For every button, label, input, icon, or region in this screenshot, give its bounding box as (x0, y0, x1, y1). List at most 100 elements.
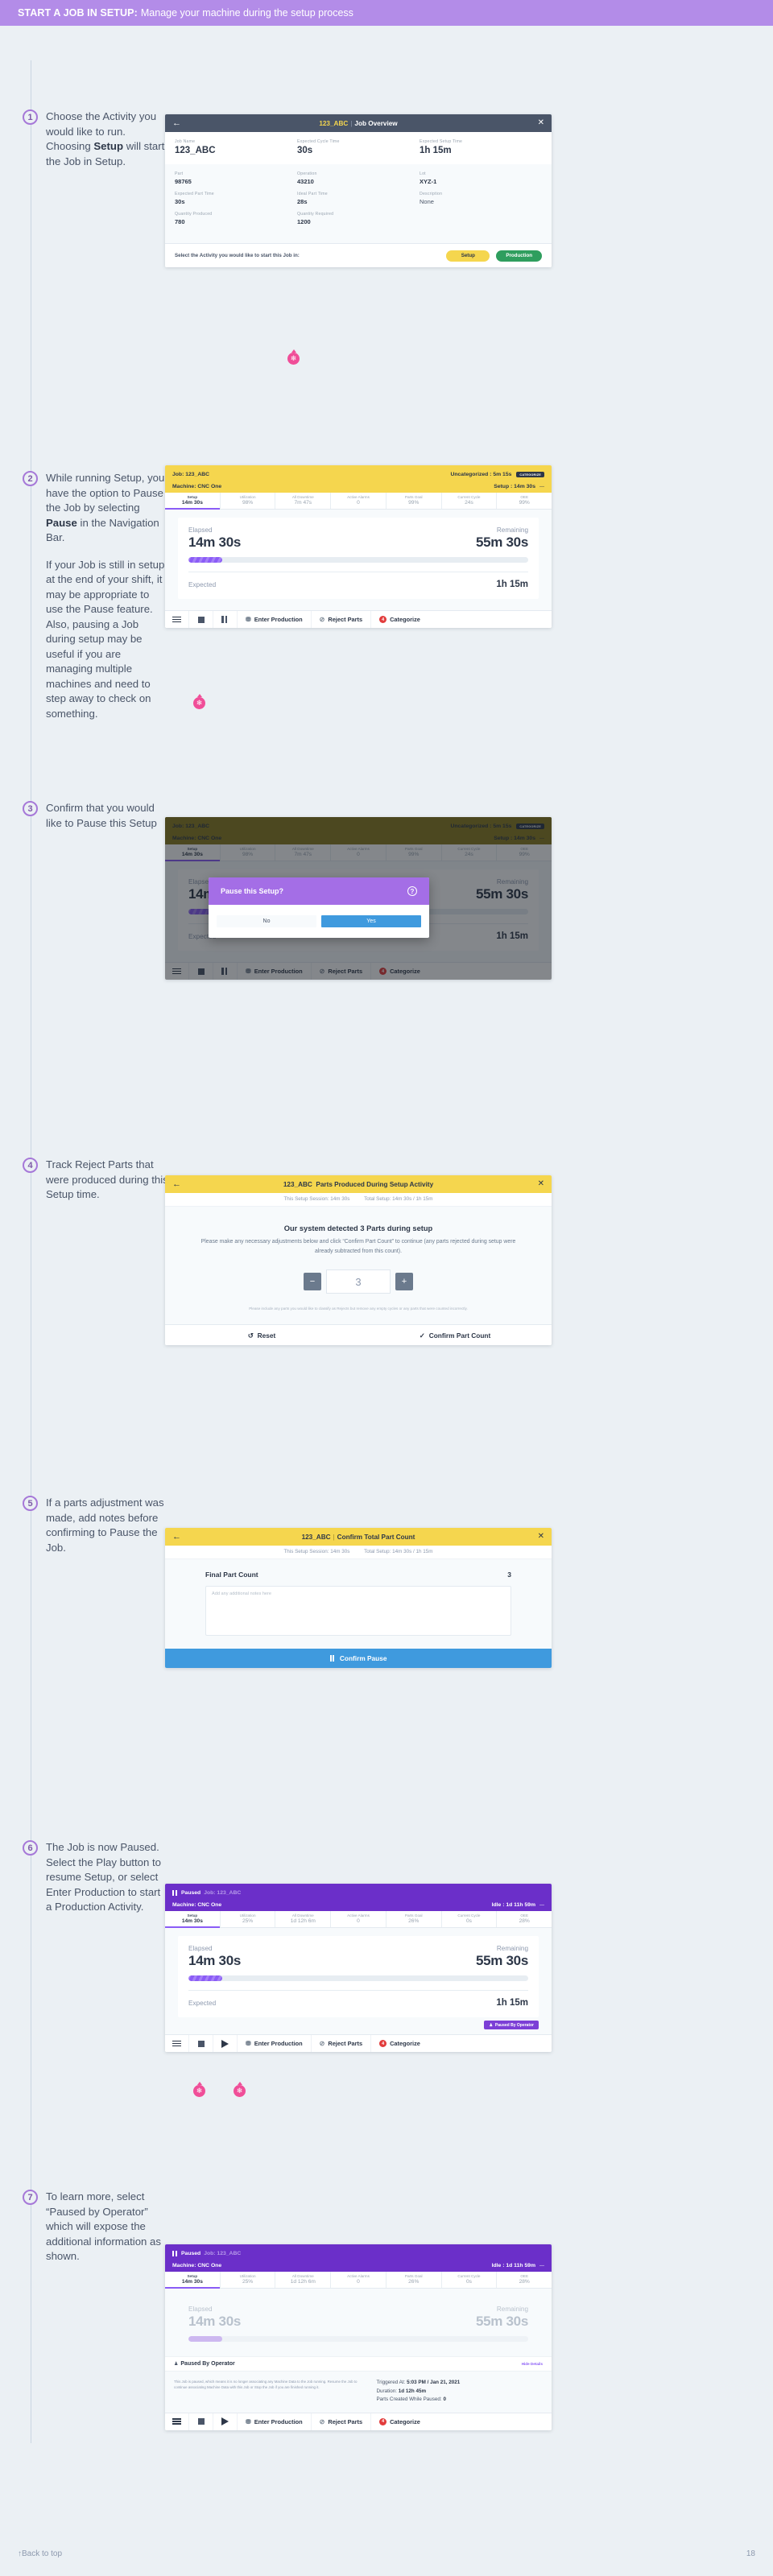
help-icon[interactable]: ? (407, 886, 417, 896)
metric-oee[interactable]: OEE 28% (497, 1911, 552, 1927)
dialog-no-button[interactable]: No (217, 915, 316, 927)
metric-parts-goal[interactable]: Parts Goal 99% (386, 493, 442, 509)
person-icon: ♟ (489, 2022, 493, 2028)
session-time: This Setup Session: 14m 30s (283, 1196, 350, 1202)
reject-parts-button[interactable]: ⊘ Reject Parts (312, 2035, 372, 2052)
categorize-button[interactable]: 4 Categorize (371, 2413, 428, 2430)
marker-flower-icon: ❄ (193, 2085, 205, 2097)
reject-parts-button[interactable]: ⊘ Reject Parts (312, 2413, 372, 2430)
part-count-value[interactable]: 3 (326, 1269, 391, 1294)
metric-all-downtime[interactable]: All Downtime 7m 47s (275, 493, 332, 509)
play-icon[interactable] (213, 2413, 238, 2430)
remaining-label: Remaining (496, 2306, 528, 2313)
back-arrow-icon[interactable]: ← (172, 1532, 181, 1542)
remaining-value: 55m 30s (475, 2314, 528, 2329)
job-id: 123_ABC (301, 1533, 331, 1541)
field-expected-cycle-time: Expected Cycle Time 30s (297, 139, 420, 155)
status-bar-paused: Paused Job: 123_ABC Machine: CNC One Idl… (165, 1884, 552, 1911)
back-arrow-icon[interactable]: ← (172, 1179, 181, 1189)
reset-button[interactable]: ↺ Reset (165, 1331, 358, 1340)
metric-label: Current Cycle (457, 2274, 481, 2278)
metric-value: 28% (519, 1918, 530, 1924)
close-icon[interactable]: ✕ (538, 119, 544, 127)
metric-parts-goal[interactable]: Parts Goal 26% (386, 2272, 442, 2288)
metric-active-alarms[interactable]: Active Alarms 0 (331, 1911, 386, 1927)
metric-all-downtime[interactable]: All Downtime 1d 12h 6m (275, 2272, 332, 2288)
field-value: 780 (175, 218, 185, 225)
step-2-part1: While running Setup, you have the option… (46, 472, 165, 514)
stop-icon[interactable] (189, 2035, 213, 2052)
box-icon: ⛃ (246, 616, 251, 623)
paused-by-operator-badge[interactable]: ♟ Paused By Operator (484, 2021, 539, 2029)
close-icon[interactable]: ✕ (538, 1180, 544, 1188)
paused-by-operator-header[interactable]: ♟ Paused By Operator Hide Details (165, 2356, 552, 2372)
setup-button[interactable]: Setup (446, 250, 490, 262)
enter-production-button[interactable]: ⛃ Enter Production (238, 2035, 312, 2052)
categorize-button[interactable]: 4 Categorize (371, 2035, 428, 2052)
progress-bar (188, 557, 528, 563)
expected-value: 1h 15m (496, 1998, 528, 2008)
title-separator: | (350, 119, 353, 127)
metric-oee[interactable]: OEE 99% (497, 493, 552, 509)
back-arrow-icon[interactable]: ← (172, 118, 181, 128)
close-icon[interactable]: ✕ (538, 1533, 544, 1541)
metric-utilization[interactable]: Utilization 25% (221, 2272, 276, 2288)
elapsed-value: 14m 30s (188, 1953, 242, 1968)
step-7-number: 7 (23, 2190, 38, 2205)
status-job: Job: 123_ABC (204, 1890, 242, 1896)
categorize-pill[interactable]: CATEGORIZE (516, 472, 544, 477)
field-value: 1h 15m (420, 146, 452, 155)
production-button[interactable]: Production (496, 250, 542, 262)
hamburger-icon[interactable] (165, 2413, 189, 2430)
step-3-text: Confirm that you would like to Pause thi… (46, 802, 157, 829)
back-to-top-link[interactable]: ↑Back to top (18, 2549, 62, 2558)
categorize-button[interactable]: 4 Categorize (371, 611, 428, 628)
pause-icon[interactable] (213, 611, 238, 628)
part-count-stepper: − 3 + (197, 1269, 519, 1294)
confirm-pause-button[interactable]: Confirm Pause (165, 1649, 552, 1668)
reject-parts-button[interactable]: ⊘ Reject Parts (312, 611, 372, 628)
metric-current-cycle[interactable]: Current Cycle 0s (442, 1911, 498, 1927)
play-icon[interactable] (213, 2035, 238, 2052)
dialog-yes-button[interactable]: Yes (321, 915, 421, 927)
page-root: START A JOB IN SETUP: Manage your machin… (0, 0, 773, 2576)
status-machine: Machine: CNC One (172, 484, 222, 489)
confirm-part-count-button[interactable]: ✓ Confirm Part Count (358, 1331, 552, 1340)
parts-created-row: Parts Created While Paused: 0 (376, 2396, 543, 2405)
notes-input[interactable]: Add any additional notes here (205, 1586, 511, 1636)
metric-current-cycle[interactable]: Current Cycle 0s (442, 2272, 498, 2288)
dialog-header: Pause this Setup? ? (209, 877, 429, 905)
metric-oee[interactable]: OEE 28% (497, 2272, 552, 2288)
increment-button[interactable]: + (395, 1273, 413, 1290)
metric-current-cycle[interactable]: Current Cycle 24s (442, 493, 498, 509)
decrement-button[interactable]: − (304, 1273, 321, 1290)
hide-details-link[interactable]: Hide Details (522, 2362, 543, 2366)
screen-title: Parts Produced During Setup Activity (316, 1180, 434, 1188)
progress-bar-fill (188, 557, 223, 563)
reject-parts-label: Reject Parts (328, 2417, 363, 2425)
enter-production-button[interactable]: ⛃ Enter Production (238, 2413, 312, 2430)
job-overview-title: 123_ABC | Job Overview (165, 120, 552, 127)
hamburger-icon[interactable] (165, 611, 189, 628)
title-separator: | (333, 1533, 335, 1541)
metric-active-alarms[interactable]: Active Alarms 0 (331, 2272, 386, 2288)
field-value: 30s (297, 146, 313, 155)
metric-utilization[interactable]: Utilization 98% (221, 493, 276, 509)
metric-setup[interactable]: Setup 14m 30s (165, 493, 221, 510)
stop-icon[interactable] (189, 611, 213, 628)
metric-active-alarms[interactable]: Active Alarms 0 (331, 493, 386, 509)
metric-utilization[interactable]: Utilization 25% (221, 1911, 276, 1927)
remaining-label: Remaining (496, 526, 528, 534)
metric-setup[interactable]: Setup 14m 30s (165, 1911, 221, 1928)
metric-all-downtime[interactable]: All Downtime 1d 12h 6m (275, 1911, 332, 1927)
field-part: Part 98765 (175, 171, 297, 185)
metric-parts-goal[interactable]: Parts Goal 26% (386, 1911, 442, 1927)
status-uncategorized: Uncategorized : 5m 15s (450, 472, 512, 477)
metric-setup[interactable]: Setup 14m 30s (165, 2272, 221, 2289)
page-footer: ↑Back to top 18 (0, 2549, 773, 2558)
enter-production-button[interactable]: ⛃ Enter Production (238, 611, 312, 628)
triggered-at-row: Triggered At: 5:03 PM / Jan 21, 2021 (376, 2379, 543, 2388)
metric-value: 28% (519, 2279, 530, 2285)
hamburger-icon[interactable] (165, 2035, 189, 2052)
stop-icon[interactable] (189, 2413, 213, 2430)
